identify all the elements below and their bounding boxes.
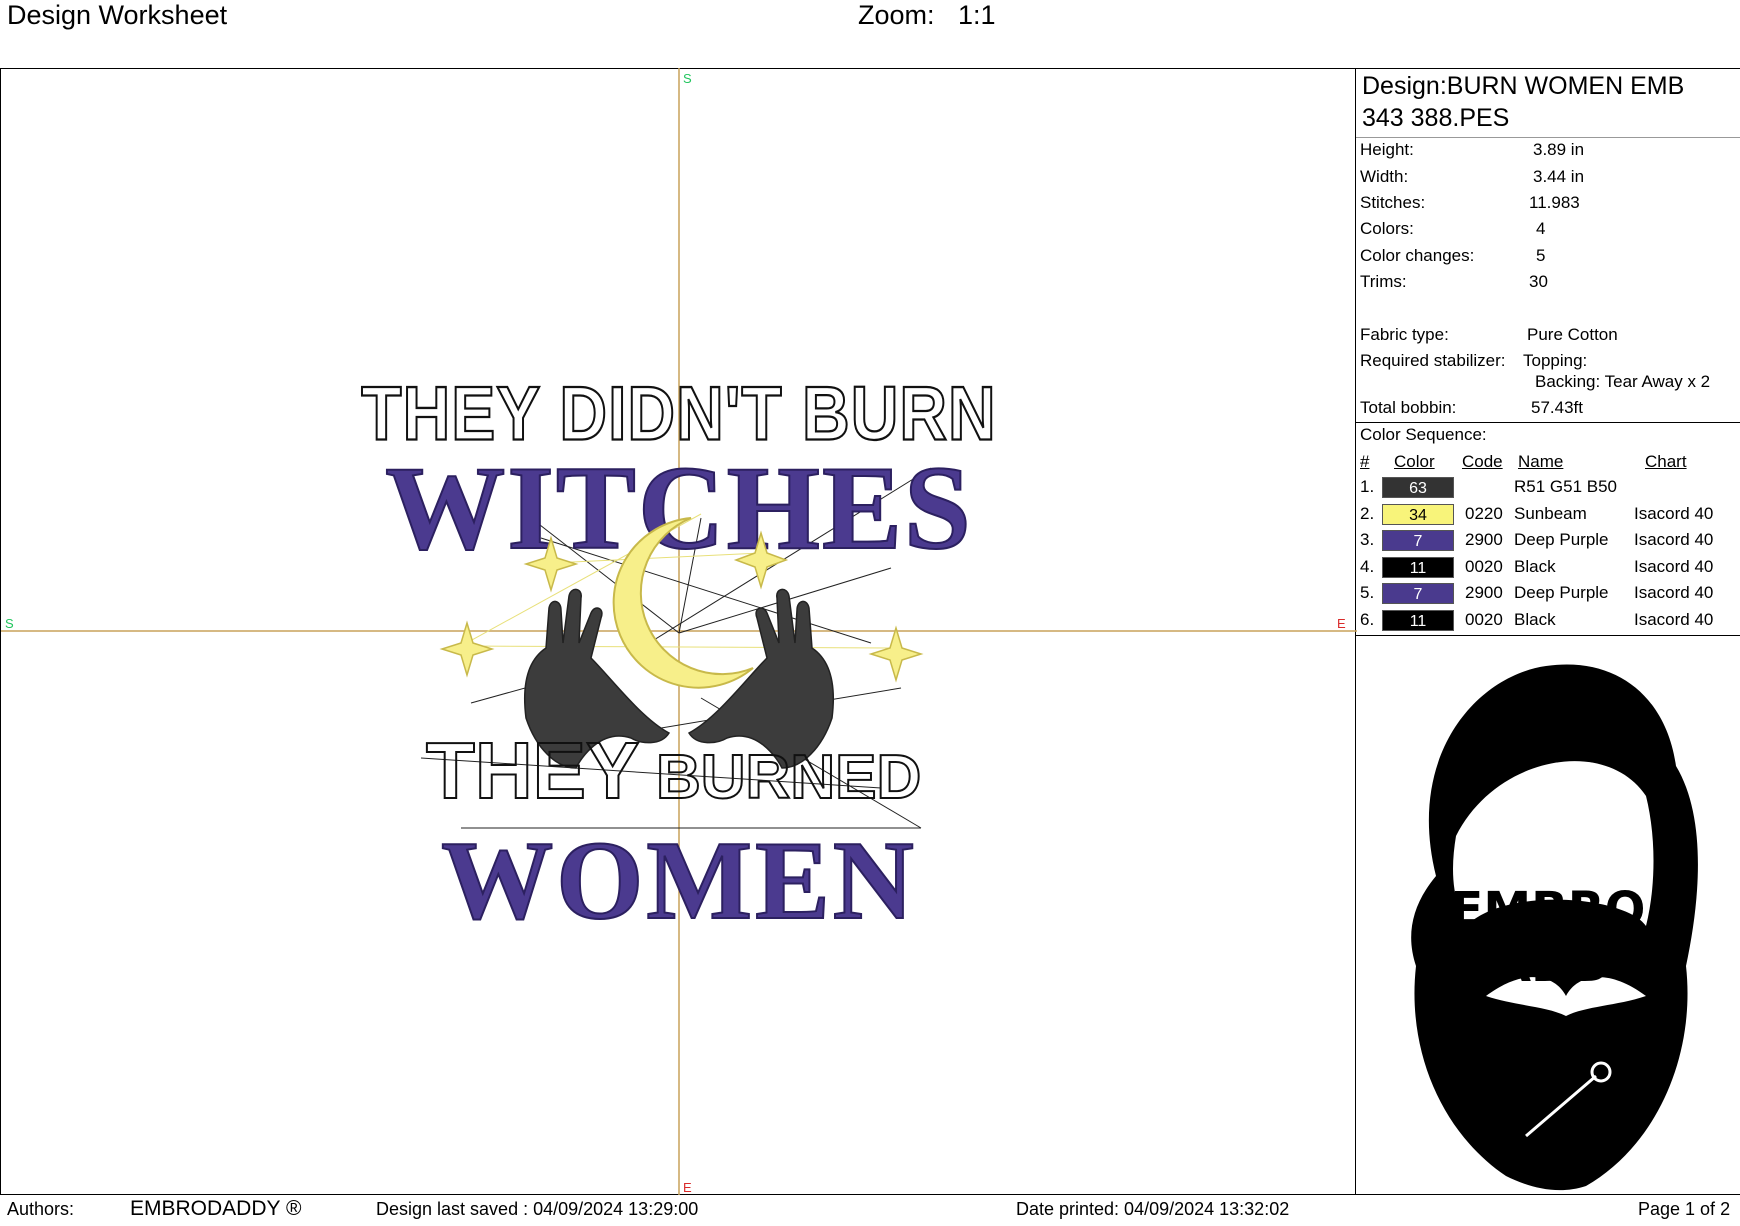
- bobbin-label: Total bobbin:: [1360, 398, 1457, 417]
- stat-stitches-value: 11.983: [1529, 193, 1580, 212]
- page-number: Page 1 of 2: [1638, 1199, 1731, 1219]
- color-code: 0020: [1465, 609, 1503, 629]
- stat-colors-label: Colors:: [1360, 219, 1414, 238]
- color-name: Black: [1514, 556, 1556, 576]
- color-sequence-title: Color Sequence:: [1360, 425, 1487, 444]
- color-chart: Isacord 40: [1634, 503, 1714, 523]
- col-header-name: Name: [1518, 452, 1564, 471]
- stat-color-changes-value: 5: [1536, 246, 1546, 265]
- color-chart: Isacord 40: [1634, 556, 1714, 576]
- sequence-number: 1.: [1360, 477, 1375, 496]
- zoom-value[interactable]: 1:1: [958, 0, 996, 30]
- design-file-name: Design:BURN WOMEN EMB 343 388.PES: [1362, 72, 1685, 132]
- star-icon: [868, 625, 924, 683]
- design-line-4: WOMEN: [441, 819, 916, 943]
- authors-value: EMBRODADDY ®: [130, 1197, 302, 1220]
- logo-line-2: DADDY: [1454, 937, 1643, 993]
- color-chart: Isacord 40: [1634, 530, 1714, 549]
- date-printed: Date printed: 04/09/2024 13:32:02: [1016, 1199, 1290, 1219]
- color-swatch: 11: [1382, 609, 1454, 631]
- axis-mark-left: S: [5, 616, 14, 631]
- fabric-type-label: Fabric type:: [1360, 325, 1449, 344]
- color-swatch: 11: [1382, 556, 1454, 578]
- sequence-number: 6.: [1360, 609, 1375, 629]
- stat-height-label: Height:: [1360, 140, 1414, 159]
- color-code: 0220: [1465, 503, 1503, 523]
- design-line-3b: BURNED: [656, 743, 921, 812]
- divider: [1356, 137, 1740, 138]
- stat-height-value: 3.89 in: [1533, 140, 1585, 159]
- col-header-color: Color: [1394, 452, 1435, 471]
- design-line-3a: THEY: [426, 726, 639, 815]
- color-code: 0020: [1465, 556, 1503, 576]
- last-saved: Design last saved : 04/09/2024 13:29:00: [376, 1199, 699, 1219]
- authors-label: Authors:: [7, 1199, 75, 1219]
- design-preview: S S E E THEY DIDN'T BURN WITCHES THEY BU…: [1, 68, 1357, 1195]
- color-name: Sunbeam: [1514, 503, 1587, 523]
- stat-trims-label: Trims:: [1360, 272, 1407, 291]
- design-line-2: WITCHES: [385, 441, 973, 574]
- color-code: 2900: [1465, 530, 1503, 549]
- color-swatch: 7: [1382, 530, 1454, 551]
- stat-width-value: 3.44 in: [1533, 167, 1585, 186]
- design-canvas: S S E E THEY DIDN'T BURN WITCHES THEY BU…: [0, 68, 1357, 1195]
- color-name: Deep Purple: [1514, 530, 1609, 549]
- fabric-type-value: Pure Cotton: [1527, 325, 1618, 344]
- stat-trims-value: 30: [1529, 272, 1548, 291]
- axis-mark-bottom: E: [683, 1180, 692, 1195]
- stat-colors-value: 4: [1536, 219, 1546, 238]
- bobbin-value: 57.43ft: [1531, 398, 1583, 417]
- zoom-label: Zoom:: [858, 0, 935, 30]
- stat-width-label: Width:: [1360, 167, 1409, 186]
- sequence-number: 4.: [1360, 556, 1375, 576]
- logo-graphic: EMBRO DADDY: [1411, 664, 1698, 1191]
- backing-value: Backing: Tear Away x 2: [1535, 372, 1711, 391]
- sequence-number: 2.: [1360, 503, 1375, 523]
- color-name: Deep Purple: [1514, 583, 1609, 602]
- axis-mark-right: E: [1337, 616, 1346, 631]
- col-header-num: #: [1360, 452, 1370, 471]
- col-header-chart: Chart: [1645, 452, 1687, 471]
- topping-value: Topping:: [1523, 351, 1588, 370]
- color-swatch: 34: [1382, 503, 1454, 525]
- color-chart: Isacord 40: [1634, 583, 1714, 602]
- stat-stitches-label: Stitches:: [1360, 193, 1426, 212]
- sequence-number: 5.: [1360, 583, 1375, 602]
- color-chart: Isacord 40: [1634, 609, 1714, 629]
- stat-color-changes-label: Color changes:: [1360, 246, 1475, 265]
- page-title: Design Worksheet: [7, 0, 228, 30]
- sequence-number: 3.: [1360, 530, 1375, 549]
- color-swatch: 63: [1382, 477, 1454, 498]
- axis-mark-top: S: [683, 71, 692, 86]
- logo-line-1: EMBRO: [1451, 882, 1646, 938]
- stabilizer-label: Required stabilizer:: [1360, 351, 1506, 370]
- divider: [1356, 422, 1740, 423]
- color-name: Black: [1514, 609, 1556, 629]
- color-swatch: 7: [1382, 583, 1454, 604]
- embrodaddy-logo: EMBRO DADDY: [1356, 636, 1740, 1196]
- col-header-code: Code: [1462, 452, 1503, 471]
- color-code: 2900: [1465, 583, 1503, 602]
- color-name: R51 G51 B50: [1514, 477, 1618, 496]
